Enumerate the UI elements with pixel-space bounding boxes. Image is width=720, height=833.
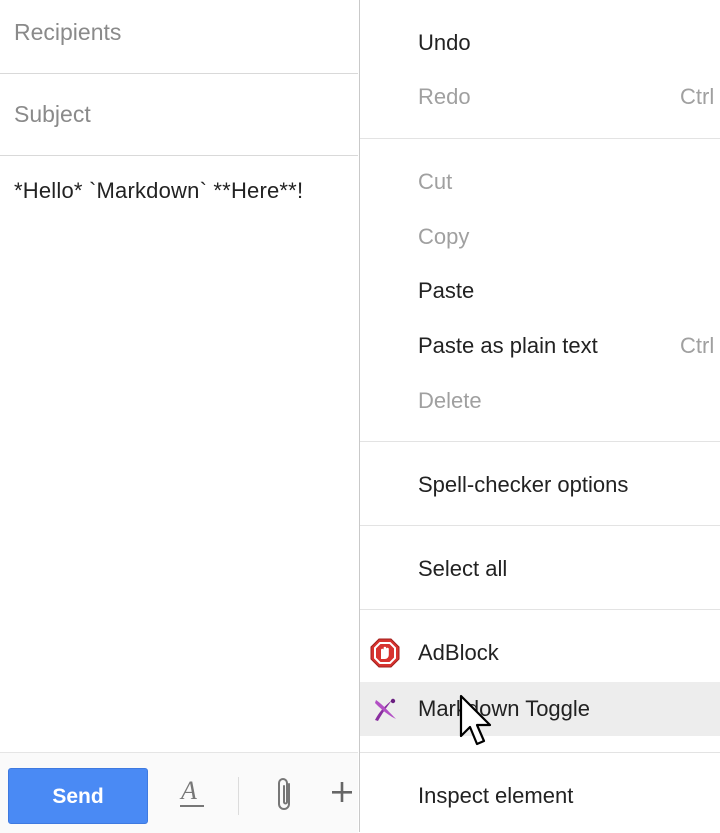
menu-item-label: Paste xyxy=(418,278,475,303)
paperclip-icon[interactable] xyxy=(272,775,298,815)
compose-window: Recipients Subject *Hello* `Markdown` **… xyxy=(0,0,360,833)
menu-item-inspect-element[interactable]: Inspect element xyxy=(360,769,720,823)
menu-item-cut[interactable]: Cut xyxy=(360,155,720,209)
menu-item-delete[interactable]: Delete xyxy=(360,374,720,428)
menu-separator xyxy=(360,752,720,753)
menu-item-copy[interactable]: Copy xyxy=(360,210,720,264)
menu-item-select-all[interactable]: Select all xyxy=(360,542,720,596)
menu-separator xyxy=(360,138,720,139)
menu-item-label: Select all xyxy=(418,556,508,581)
compose-toolbar: Send A xyxy=(0,752,358,833)
menu-separator xyxy=(360,441,720,442)
menu-item-paste-plain-text[interactable]: Paste as plain text Ctrl xyxy=(360,319,720,373)
send-button[interactable]: Send xyxy=(8,768,148,824)
context-menu: Undo Redo Ctrl Cut Copy Paste Paste as p… xyxy=(359,0,720,832)
menu-item-label: Redo xyxy=(418,84,471,109)
markdown-toggle-icon xyxy=(375,698,396,721)
menu-item-label: Spell-checker options xyxy=(418,472,629,497)
menu-item-shortcut: Ctrl xyxy=(680,333,715,358)
plus-icon[interactable] xyxy=(330,779,356,805)
menu-separator xyxy=(360,525,720,526)
menu-item-adblock[interactable]: AdBlock xyxy=(360,626,720,680)
menu-item-label: Paste as plain text xyxy=(418,333,598,358)
recipients-field[interactable]: Recipients xyxy=(0,0,358,74)
menu-item-undo[interactable]: Undo xyxy=(360,16,720,70)
toolbar-divider xyxy=(238,777,239,815)
menu-item-label: Undo xyxy=(418,30,471,55)
menu-separator xyxy=(360,609,720,610)
menu-item-spell-checker[interactable]: Spell-checker options xyxy=(360,458,720,512)
menu-item-label: AdBlock xyxy=(418,640,499,665)
text-format-icon[interactable]: A xyxy=(178,775,206,811)
menu-item-paste[interactable]: Paste xyxy=(360,264,720,318)
menu-item-label: Cut xyxy=(418,169,453,194)
menu-item-label: Delete xyxy=(418,388,482,413)
message-body[interactable]: *Hello* `Markdown` **Here**! xyxy=(14,178,303,204)
menu-item-label: Inspect element xyxy=(418,783,574,808)
svg-text:A: A xyxy=(179,776,197,805)
menu-item-label: Markdown Toggle xyxy=(418,696,591,721)
menu-item-label: Copy xyxy=(418,224,470,249)
menu-item-redo[interactable]: Redo Ctrl xyxy=(360,70,720,124)
menu-item-shortcut: Ctrl xyxy=(680,84,715,109)
menu-item-markdown-toggle[interactable]: Markdown Toggle xyxy=(360,682,720,736)
adblock-icon xyxy=(370,638,400,668)
subject-field[interactable]: Subject xyxy=(0,74,358,156)
